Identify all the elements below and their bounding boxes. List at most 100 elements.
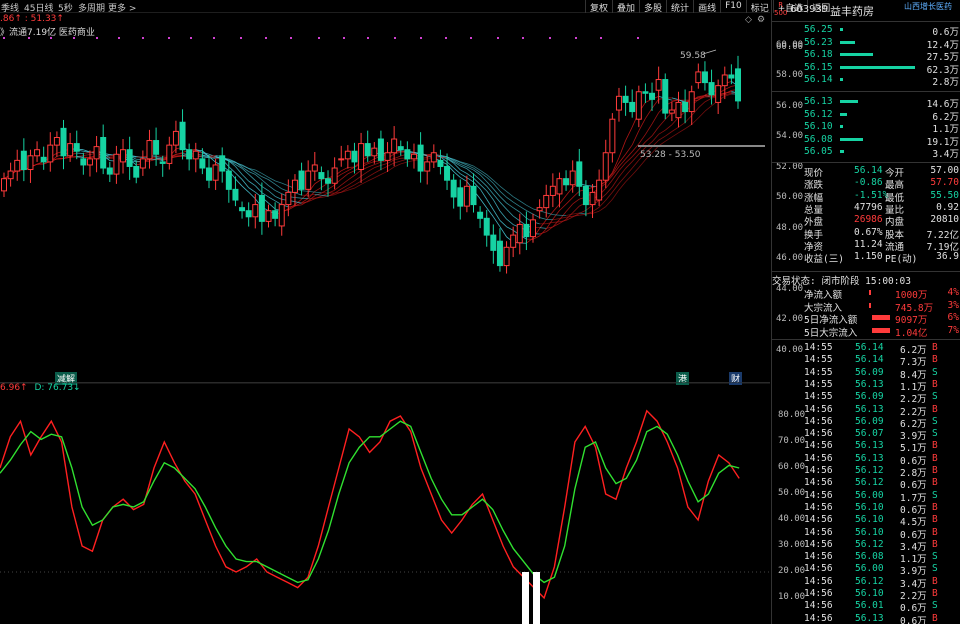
- event-dot: [600, 37, 602, 39]
- candle-body: [589, 191, 596, 206]
- candle-body: [615, 95, 622, 111]
- high-price-label: 59.58: [680, 51, 706, 61]
- ma-line-segment: [473, 169, 481, 176]
- tab-more[interactable]: 更多 >: [108, 1, 136, 14]
- candle-body: [655, 79, 662, 91]
- ma-line-segment: [526, 204, 534, 210]
- settings-icon[interactable]: ⚙: [757, 15, 765, 25]
- ma-line-segment: [347, 187, 355, 191]
- ma-line-segment: [479, 172, 487, 178]
- tick-row: 14:56 56.12 0.6万 B: [772, 477, 960, 491]
- tick-time: 14:56: [804, 403, 833, 415]
- ma-line-segment: [499, 210, 507, 220]
- ma-line-segment: [268, 190, 276, 197]
- candle-body: [483, 217, 490, 236]
- statistics-button[interactable]: 统计: [666, 0, 693, 14]
- ask-price: 56.14: [804, 74, 833, 85]
- f10-button[interactable]: F10: [720, 0, 746, 13]
- ma-line-segment: [684, 124, 692, 130]
- ma-line-segment: [400, 161, 408, 165]
- multi-stock-button[interactable]: 多股: [639, 0, 666, 14]
- ma-line-segment: [314, 179, 322, 185]
- draw-line-button[interactable]: 画线: [693, 0, 720, 14]
- ma-line-segment: [360, 171, 368, 177]
- tick-time: 14:56: [804, 415, 833, 427]
- candle-body: [371, 147, 378, 157]
- restore-rights-button[interactable]: 复权: [585, 0, 612, 14]
- tick-row: 14:56 56.13 2.2万 B: [772, 403, 960, 418]
- ma-line-segment: [254, 185, 263, 193]
- ma-line-segment: [552, 203, 560, 212]
- ma-line-segment: [393, 163, 401, 168]
- ma-line-segment: [274, 180, 282, 184]
- event-dot: [318, 37, 320, 39]
- tick-direction: B: [932, 612, 938, 624]
- tick-direction: S: [932, 415, 938, 427]
- tick-direction: S: [932, 428, 938, 440]
- ask-price: 56.25: [804, 24, 833, 35]
- candle-body: [735, 68, 741, 102]
- bid-row: 56.10 1.1万: [772, 121, 960, 135]
- ma-line-segment: [354, 180, 362, 186]
- tick-price: 56.12: [855, 575, 884, 587]
- candle-body: [291, 179, 298, 193]
- tick-direction: B: [932, 477, 938, 489]
- ma-line-segment: [479, 188, 488, 200]
- tick-price: 56.12: [855, 465, 884, 476]
- quote-value: -0.86: [854, 177, 883, 189]
- ma-line-segment: [698, 110, 706, 119]
- ma-line-segment: [658, 129, 666, 135]
- tick-time: 14:56: [804, 588, 833, 599]
- ma-line-segment: [400, 158, 408, 162]
- tick-direction: S: [932, 600, 938, 612]
- candle-body: [695, 71, 702, 84]
- tick-price: 56.08: [855, 551, 884, 563]
- candle-body: [7, 170, 14, 180]
- ma-line-segment: [678, 122, 686, 128]
- bid-row: 56.13 14.6万: [772, 96, 960, 110]
- mark-button[interactable]: 标记: [745, 0, 773, 14]
- ma-line-segment: [539, 217, 547, 220]
- ma-line-segment: [572, 190, 580, 198]
- tab-multi-period[interactable]: 多周期: [78, 1, 105, 14]
- flow-value: 1.04亿: [895, 327, 928, 339]
- tick-price: 56.12: [855, 477, 884, 489]
- ma-line-segment: [83, 152, 91, 154]
- ma-line-segment: [724, 86, 732, 90]
- candle-body: [126, 149, 133, 167]
- ma-line-segment: [638, 118, 646, 132]
- candlestick-chart[interactable]: 53.28 - 53.50 59.58 ◇ ⚙: [0, 14, 770, 384]
- overlay-button[interactable]: 叠加: [612, 0, 639, 14]
- ma-line-segment: [268, 196, 276, 202]
- tick-time: 14:56: [804, 551, 833, 563]
- kdj-chart[interactable]: [0, 382, 770, 624]
- ma-line-segment: [671, 97, 679, 101]
- candle-body: [430, 152, 437, 163]
- tab-5sec[interactable]: 5秒: [58, 1, 73, 14]
- quote-row: 收益(三) 1.150 PE(动) 36.9: [772, 251, 960, 265]
- tab-season[interactable]: 季线: [1, 1, 19, 14]
- stock-tag[interactable]: 山西增长医药: [904, 1, 952, 12]
- ask-row: 56.15 62.3万: [772, 62, 960, 76]
- candle-body: [192, 150, 199, 160]
- tick-direction: S: [932, 366, 938, 378]
- event-dot: [637, 37, 639, 39]
- ma-line-segment: [559, 195, 567, 205]
- bid-price: 56.12: [804, 108, 833, 120]
- stock-code: 603939: [790, 4, 829, 15]
- tab-45day[interactable]: 45日线: [24, 1, 53, 14]
- ma-line-segment: [340, 173, 349, 180]
- candle-body: [444, 165, 451, 181]
- tick-row: 14:56 56.07 3.9万 S: [772, 428, 960, 442]
- ma-line-segment: [248, 174, 256, 181]
- ma-line-segment: [341, 170, 349, 175]
- candle-body: [205, 167, 212, 181]
- diamond-icon[interactable]: ◇: [745, 15, 752, 25]
- ma-line-segment: [572, 198, 580, 205]
- ma-line-segment: [235, 172, 243, 180]
- ma-line-segment: [499, 220, 507, 228]
- tick-price: 56.12: [855, 538, 884, 550]
- candle-body: [106, 167, 113, 175]
- ma-line-segment: [565, 197, 573, 205]
- signal-bar: [522, 572, 529, 624]
